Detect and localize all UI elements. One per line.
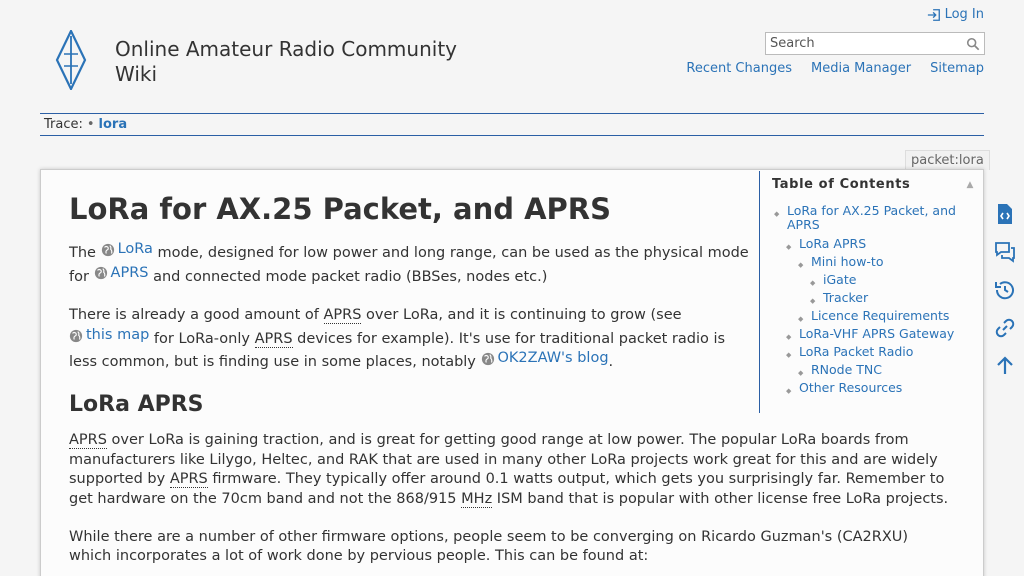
login-icon [927,8,940,21]
bullet-icon: ◆ [786,351,792,359]
aprs-external-link[interactable]: APRS [94,264,149,284]
bullet-icon: ◆ [786,333,792,341]
mhz-abbr[interactable]: MHz [461,491,493,508]
firmware-paragraph: While there are a number of other firmwa… [69,528,909,565]
toc-item[interactable]: ◆ LoRa APRS [760,236,983,252]
bullet-icon: ◆ [810,279,816,287]
toc-item[interactable]: ◆ LoRa Packet Radio [760,344,983,360]
text-span: . [608,354,614,371]
search-box [765,32,985,55]
discussion-icon [995,242,1015,263]
toc-link[interactable]: LoRa APRS [799,236,866,251]
toc-link[interactable]: Other Resources [799,380,902,395]
toc-link[interactable]: RNode TNC [811,362,882,377]
toc-link[interactable]: LoRa for AX.25 Packet, and APRS [787,203,956,232]
discussion-button[interactable] [986,233,1024,271]
aprs-abbr[interactable]: APRS [254,330,293,348]
text-span: over LoRa, and it is continuing to grow … [361,307,682,324]
show-source-icon [998,204,1012,224]
bullet-icon: ◆ [798,315,804,323]
login-label: Log In [944,7,984,22]
toc-item[interactable]: ◆ Tracker [760,290,983,306]
bullet-icon: ◆ [798,369,804,377]
toc-link[interactable]: Tracker [823,290,868,305]
search-button[interactable] [962,33,984,54]
backlinks-icon [995,318,1015,338]
wiki-logo[interactable] [55,30,87,90]
globe-icon [69,329,83,342]
back-to-top-icon [997,356,1013,374]
link-label: APRS [110,264,149,281]
show-source-button[interactable] [986,195,1024,233]
text-span: ISM band that is popular with other lice… [492,491,949,507]
toc-item[interactable]: ◆ Mini how-to [760,254,983,270]
toc-item[interactable]: ◆ Other Resources [760,380,983,396]
toc-collapse-icon[interactable]: ▲ [966,180,974,190]
back-to-top-button[interactable] [986,347,1024,385]
toc-link[interactable]: Mini how-to [811,254,883,269]
old-revisions-button[interactable] [986,271,1024,309]
link-label: this map [86,326,150,343]
recent-changes-link[interactable]: Recent Changes [686,61,792,76]
page-tools [986,195,1024,385]
globe-icon [481,353,494,366]
search-icon [966,37,980,50]
toc-item[interactable]: ◆ LoRa-VHF APRS Gateway [760,326,983,342]
login-link[interactable]: Log In [927,7,984,22]
bullet-icon: ◆ [798,261,804,269]
text-span: and connected mode packet radio (BBSes, … [148,268,548,285]
bullet-icon: ◆ [786,387,792,395]
page-content: LoRa for AX.25 Packet, and APRS The LoRa… [40,169,984,576]
toc-link[interactable]: Licence Requirements [811,308,949,323]
toc-item[interactable]: ◆ LoRa for AX.25 Packet, and APRS [760,203,983,232]
site-title[interactable]: Online Amateur Radio Community Wiki [115,37,495,87]
backlinks-button[interactable] [986,309,1024,347]
toc-list: ◆ LoRa for AX.25 Packet, and APRS ◆ LoRa A… [760,203,983,396]
media-manager-link[interactable]: Media Manager [811,61,911,76]
sitemap-link[interactable]: Sitemap [930,61,984,76]
breadcrumb: Trace: • lora [40,113,984,136]
breadcrumb-separator: • [86,117,95,132]
link-label: OK2ZAW's blog [497,350,609,367]
bullet-icon: ◆ [774,210,780,218]
old-revisions-icon [995,281,1014,300]
search-input[interactable] [766,33,962,54]
link-label: LoRa [117,241,153,257]
toc-item[interactable]: ◆ iGate [760,272,983,288]
toc-link[interactable]: LoRa Packet Radio [799,344,913,359]
blog-external-link[interactable]: OK2ZAW's blog [481,349,609,369]
bullet-icon: ◆ [786,243,792,251]
toc-link[interactable]: iGate [823,272,856,287]
toc-header[interactable]: Table of Contents ▲ [760,171,983,198]
aprs-abbr[interactable]: APRS [323,307,362,325]
breadcrumb-current[interactable]: lora [99,117,128,132]
toc-link[interactable]: LoRa-VHF APRS Gateway [799,326,954,341]
overview-paragraph: There is already a good amount of APRS o… [69,306,749,373]
breadcrumb-prefix: Trace: [44,117,83,132]
site-tools: Recent Changes Media Manager Sitemap [686,61,984,76]
toc-title: Table of Contents [772,177,911,192]
intro-paragraph: The LoRa mode, designed for low power an… [69,240,749,287]
aprs-abbr[interactable]: APRS [169,471,208,489]
text-span: The [69,244,101,261]
text-span: There is already a good amount of [69,307,324,324]
globe-icon [101,243,114,256]
text-span: for LoRa-only [149,330,255,347]
lora-aprs-paragraph: APRS over LoRa is gaining traction, and … [69,431,954,510]
page-id: packet:lora [905,150,990,170]
table-of-contents: Table of Contents ▲ ◆ LoRa for AX.25 Pack… [759,171,983,413]
lora-external-link[interactable]: LoRa [101,240,153,260]
globe-icon [94,267,107,280]
bullet-icon: ◆ [810,297,816,305]
toc-item[interactable]: ◆ Licence Requirements [760,308,983,324]
map-external-link[interactable]: this map [69,326,149,346]
toc-item[interactable]: ◆ RNode TNC [760,362,983,378]
aprs-abbr[interactable]: APRS [69,431,107,449]
